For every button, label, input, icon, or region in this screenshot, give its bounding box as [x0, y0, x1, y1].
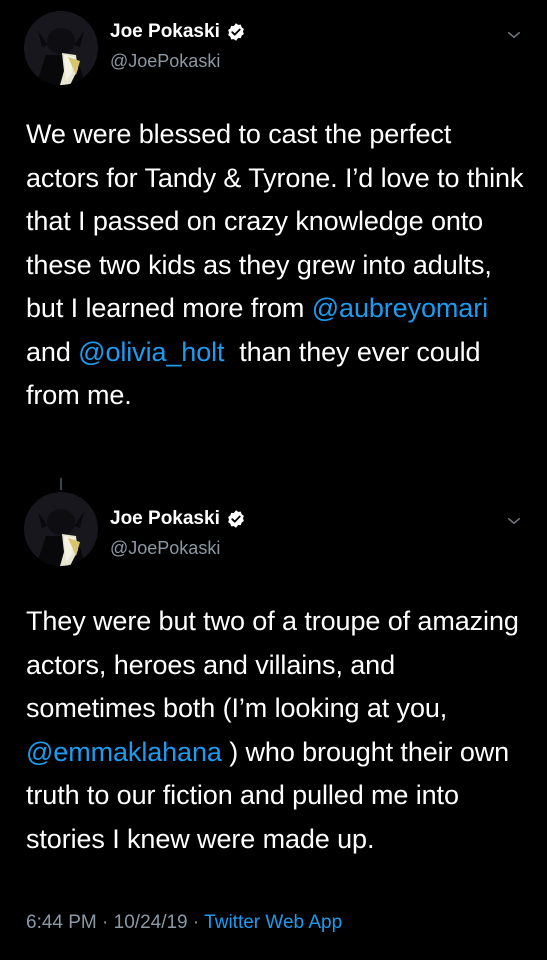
meta-separator: ·	[96, 912, 114, 933]
mention-link[interactable]: @emmaklahana	[26, 737, 222, 767]
author-row[interactable]: Joe Pokaski	[110, 508, 246, 530]
tweet-source-link[interactable]: Twitter Web App	[204, 912, 342, 933]
thread-connector	[60, 478, 62, 490]
chevron-down-icon[interactable]	[505, 512, 523, 530]
tweet-time[interactable]: 6:44 PM	[26, 912, 97, 933]
tweet-meta: 6:44 PM · 10/24/19 · Twitter Web App	[26, 912, 342, 934]
verified-badge-icon	[228, 23, 244, 41]
mention-link[interactable]: @aubreyomari	[312, 293, 488, 323]
avatar-art-icon	[24, 492, 98, 566]
author-handle[interactable]: @JoePokaski	[110, 538, 220, 559]
author-name[interactable]: Joe Pokaski	[110, 21, 220, 43]
mention-link[interactable]: @olivia_holt	[78, 337, 224, 367]
tweet-date[interactable]: 10/24/19	[114, 912, 188, 933]
avatar-art-icon	[24, 11, 98, 85]
verified-badge-icon	[228, 510, 244, 528]
author-handle[interactable]: @JoePokaski	[110, 51, 220, 72]
avatar[interactable]	[24, 492, 98, 566]
meta-separator: ·	[187, 912, 205, 933]
tweet-text-part: They were but two of a troupe of amazing…	[26, 606, 519, 723]
tweet-text: They were but two of a troupe of amazing…	[26, 600, 527, 861]
author-row[interactable]: Joe Pokaski	[110, 21, 246, 43]
author-name[interactable]: Joe Pokaski	[110, 508, 220, 530]
avatar[interactable]	[24, 11, 98, 85]
tweet-text: We were blessed to cast the perfect acto…	[26, 113, 527, 418]
chevron-down-icon[interactable]	[505, 26, 523, 44]
